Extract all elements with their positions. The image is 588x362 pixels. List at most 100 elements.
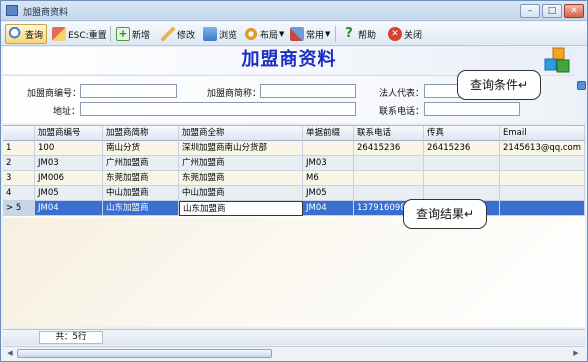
query-label: 查询 (25, 30, 44, 41)
reset-button[interactable]: ESC:重置 (49, 24, 110, 44)
scrollbar-thumb[interactable] (17, 349, 272, 358)
help-icon: ? (345, 26, 353, 41)
table-cell[interactable] (500, 186, 585, 201)
pencil-icon (161, 27, 175, 41)
minimize-button[interactable]: – (520, 4, 540, 18)
add-label: 新增 (132, 30, 151, 41)
horizontal-scrollbar[interactable]: ◀ ▶ (3, 346, 585, 360)
reset-label: ESC:重置 (68, 30, 107, 41)
table-cell[interactable]: 100 (35, 141, 103, 156)
common-button[interactable]: 常用 ▼ (287, 24, 333, 44)
table-cell[interactable]: JM05 (35, 186, 103, 201)
table-row[interactable]: 4 JM05 中山加盟商 中山加盟商 JM05 (3, 186, 585, 201)
table-cell[interactable]: 广州加盟商 (179, 156, 303, 171)
table-cell[interactable]: 广州加盟商 (103, 156, 179, 171)
row-number-header (3, 126, 35, 141)
legal-rep-label: 法人代表： (379, 89, 425, 99)
column-header[interactable]: 传真 (424, 126, 500, 141)
table-cell[interactable] (303, 141, 354, 156)
app-window: 加盟商资料 – □ ✕ 查询 ESC:重置 + 新增 修改 浏览 布局 ▼ 常用… (0, 0, 588, 362)
table-row[interactable]: 2 JM03 广州加盟商 广州加盟商 JM03 (3, 156, 585, 171)
maximize-button[interactable]: □ (542, 4, 562, 18)
column-header[interactable]: 加盟商全称 (179, 126, 303, 141)
table-row[interactable]: 3 JM006 东莞加盟商 东莞加盟商 M6 (3, 171, 585, 186)
row-number: 4 (3, 186, 35, 201)
column-header[interactable]: 加盟商简称 (103, 126, 179, 141)
browse-button[interactable]: 浏览 (200, 24, 240, 44)
table-cell[interactable]: 东莞加盟商 (179, 171, 303, 186)
table-cell[interactable]: 南山分货 (103, 141, 179, 156)
scroll-up-button[interactable] (577, 81, 586, 90)
table-cell[interactable]: 深圳加盟商南山分货部 (179, 141, 303, 156)
edit-button[interactable]: 修改 (158, 24, 198, 44)
table-cell[interactable]: JM05 (303, 186, 354, 201)
table-cell[interactable]: 山东加盟商 (103, 201, 179, 216)
chevron-down-icon: ▼ (279, 30, 285, 38)
layout-button[interactable]: 布局 ▼ (241, 24, 287, 44)
row-number: 1 (3, 141, 35, 156)
address-input[interactable] (80, 102, 356, 116)
add-icon: + (116, 27, 130, 41)
table-cell[interactable]: 26415236 (424, 141, 500, 156)
edit-label: 修改 (177, 30, 196, 41)
table-cell[interactable]: JM006 (35, 171, 103, 186)
table-row[interactable]: 1 100 南山分货 深圳加盟商南山分货部 26415236 26415236 … (3, 141, 585, 156)
table-cell[interactable]: 26415236 (354, 141, 424, 156)
code-input[interactable] (80, 84, 177, 98)
code-label: 加盟商编号： (27, 89, 82, 99)
table-cell[interactable] (424, 171, 500, 186)
query-button[interactable]: 查询 (5, 24, 48, 44)
query-conditions-callout: 查询条件↵ (457, 70, 541, 100)
table-cell[interactable]: M6 (303, 171, 354, 186)
magnifier-icon (9, 27, 23, 41)
address-label: 地址： (53, 107, 81, 117)
table-cell[interactable] (500, 171, 585, 186)
table-cell[interactable]: JM04 (35, 201, 103, 216)
help-button[interactable]: ? 帮助 (339, 24, 379, 44)
add-button[interactable]: + 新增 (113, 24, 153, 44)
common-label: 常用 (306, 30, 325, 41)
table-cell[interactable] (500, 156, 585, 171)
query-results-callout: 查询结果↵ (403, 199, 487, 229)
table-cell[interactable] (354, 171, 424, 186)
table-cell[interactable] (500, 201, 585, 216)
eraser-icon (52, 27, 66, 41)
table-cell[interactable]: 中山加盟商 (179, 186, 303, 201)
scroll-right-icon[interactable]: ▶ (570, 348, 582, 359)
column-header[interactable]: 加盟商编号 (35, 126, 103, 141)
table-cell[interactable]: JM04 (303, 201, 354, 216)
row-number: 2 (3, 156, 35, 171)
chevron-down-icon: ▼ (325, 30, 331, 38)
help-label: 帮助 (358, 30, 377, 41)
table-cell[interactable] (354, 156, 424, 171)
browse-icon (203, 27, 217, 41)
layout-label: 布局 (260, 30, 279, 41)
cubes-logo-icon (544, 47, 570, 73)
app-icon (6, 5, 18, 16)
window-title: 加盟商资料 (23, 8, 69, 18)
close-window-button[interactable]: ✕ (564, 4, 584, 18)
close-button[interactable]: ✕ 关闭 (385, 24, 425, 44)
table-header-row: 加盟商编号 加盟商简称 加盟商全称 单据前缀 联系电话 传真 Email (3, 126, 585, 141)
table-row-selected[interactable]: > 5 JM04 山东加盟商 山东加盟商 JM04 13791609888 (3, 201, 585, 216)
phone-input[interactable] (424, 102, 520, 116)
short-name-input[interactable] (260, 84, 356, 98)
scroll-left-icon[interactable]: ◀ (4, 348, 16, 359)
toolbar: 查询 ESC:重置 + 新增 修改 浏览 布局 ▼ 常用 ▼ ? 帮助 ✕ 关闭 (1, 22, 587, 46)
table-cell[interactable]: 2145613@qq.com (500, 141, 585, 156)
table-cell[interactable]: 中山加盟商 (103, 186, 179, 201)
results-table: 加盟商编号 加盟商简称 加盟商全称 单据前缀 联系电话 传真 Email 1 1… (3, 125, 585, 327)
table-cell[interactable]: JM03 (35, 156, 103, 171)
column-header[interactable]: 单据前缀 (303, 126, 354, 141)
close-label: 关闭 (404, 30, 423, 41)
column-header[interactable]: 联系电话 (354, 126, 424, 141)
table-cell[interactable]: JM03 (303, 156, 354, 171)
status-bar: 共：5行 (3, 329, 585, 345)
table-cell-editing[interactable]: 山东加盟商 (179, 201, 303, 216)
column-header[interactable]: Email (500, 126, 585, 141)
table-cell[interactable] (424, 156, 500, 171)
title-bar: 加盟商资料 – □ ✕ (1, 1, 587, 21)
gear-icon (244, 27, 258, 41)
table-cell[interactable]: 东莞加盟商 (103, 171, 179, 186)
browse-label: 浏览 (219, 30, 238, 41)
